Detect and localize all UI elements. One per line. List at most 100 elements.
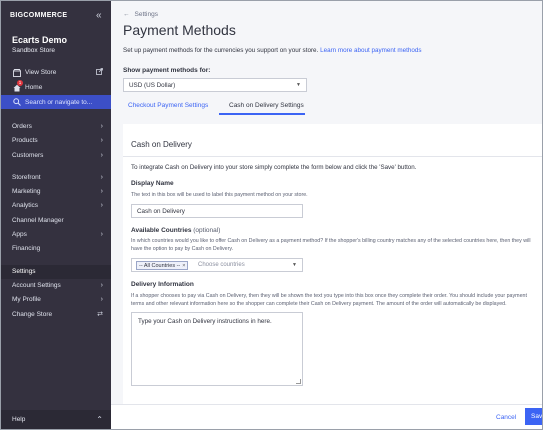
chevron-right-icon: › <box>100 173 103 181</box>
countries-help-line-1: In which countries would you like to off… <box>131 238 531 244</box>
chevron-right-icon: › <box>100 281 103 289</box>
breadcrumb[interactable]: ← Settings <box>123 11 158 18</box>
back-arrow-icon: ← <box>123 11 130 18</box>
delivery-help-line-2: terms and other relevant information her… <box>131 301 507 307</box>
countries-multiselect[interactable]: -- All Countries -- × Choose countries ▼ <box>131 258 303 272</box>
bigcommerce-logo: BIGCOMMERCE <box>10 12 68 19</box>
sidebar-search[interactable]: Search or navigate to... <box>1 95 111 109</box>
app-window: BIGCOMMERCE « Ecarts Demo Sandbox Store … <box>0 0 543 430</box>
sidebar-item-label: Apps <box>12 231 27 239</box>
chevron-right-icon: › <box>100 137 103 145</box>
store-subtitle: Sandbox Store <box>12 47 56 54</box>
countries-help-line-2: have the option to pay by Cash on Delive… <box>131 246 234 252</box>
sidebar-item-change-store[interactable]: Change Store ⇄ <box>1 308 111 322</box>
view-store-link[interactable]: View Store <box>1 65 111 80</box>
action-footer: Cancel Save <box>111 404 542 429</box>
sidebar-menu: Orders › Products › Customers › Storefront ›… <box>1 120 111 322</box>
sidebar-item-account-settings[interactable]: Account Settings › <box>1 279 111 293</box>
sidebar-item-label: Storefront <box>12 173 41 181</box>
display-name-label: Display Name <box>131 180 174 187</box>
currency-value: USD (US Dollar) <box>129 82 176 89</box>
swap-icon: ⇄ <box>97 310 103 318</box>
caret-down-icon: ▼ <box>296 82 301 88</box>
cancel-button[interactable]: Cancel <box>496 414 516 421</box>
countries-placeholder: Choose countries <box>198 262 245 268</box>
display-name-input[interactable]: Cash on Delivery <box>131 204 303 218</box>
country-chip-label: -- All Countries -- <box>139 263 181 269</box>
sidebar-item-label: Marketing <box>12 188 41 196</box>
menu-divider <box>1 257 111 265</box>
currency-label: Show payment methods for: <box>123 67 211 74</box>
remove-chip-icon[interactable]: × <box>182 263 185 269</box>
sidebar-item-channel-manager[interactable]: Channel Manager <box>1 214 111 228</box>
sidebar-item-label: Products <box>12 137 38 145</box>
sidebar-item-analytics[interactable]: Analytics › <box>1 199 111 213</box>
country-chip[interactable]: -- All Countries -- × <box>136 261 189 270</box>
help-menu[interactable]: Help ⌃ <box>1 410 111 429</box>
main-content: ← Settings Payment Methods Set up payment… <box>111 1 542 429</box>
home-label: Home <box>25 84 43 91</box>
sidebar: BIGCOMMERCE « Ecarts Demo Sandbox Store … <box>1 1 111 429</box>
sidebar-item-label: Channel Manager <box>12 216 64 224</box>
notification-badge: 1 <box>17 80 23 86</box>
resize-handle-icon[interactable] <box>296 379 301 384</box>
search-placeholder: Search or navigate to... <box>25 98 93 106</box>
chevron-right-icon: › <box>100 231 103 239</box>
menu-divider <box>1 163 111 171</box>
sidebar-item-label: Customers <box>12 151 44 159</box>
available-countries-label: Available Countries (optional) <box>131 227 220 234</box>
save-button[interactable]: Save <box>525 408 542 425</box>
store-name: Ecarts Demo <box>12 35 68 45</box>
home-link[interactable]: 1 Home <box>1 80 111 95</box>
sidebar-item-my-profile[interactable]: My Profile › <box>1 293 111 307</box>
learn-more-link[interactable]: Learn more about payment methods <box>320 47 422 54</box>
sidebar-item-orders[interactable]: Orders › <box>1 120 111 134</box>
sidebar-item-settings[interactable]: Settings <box>1 264 111 279</box>
sidebar-item-label: Orders <box>12 123 32 130</box>
help-label: Help <box>12 416 26 423</box>
page-title: Payment Methods <box>123 22 236 38</box>
active-tab-indicator <box>219 113 305 115</box>
external-link-icon <box>96 68 103 77</box>
sidebar-item-label: Financing <box>12 245 41 253</box>
view-store-label: View Store <box>25 69 57 76</box>
card-divider <box>123 156 542 157</box>
chevron-right-icon: › <box>100 202 103 210</box>
sidebar-top-nav: View Store 1 Home Search or navigate to.… <box>1 65 111 109</box>
sidebar-item-products[interactable]: Products › <box>1 134 111 148</box>
sidebar-item-customers[interactable]: Customers › <box>1 149 111 163</box>
sidebar-item-financing[interactable]: Financing <box>1 242 111 256</box>
collapse-sidebar-icon[interactable]: « <box>96 10 102 21</box>
search-icon <box>12 98 21 107</box>
sidebar-item-label: Analytics <box>12 202 39 210</box>
delivery-help-line-1: If a shopper chooses to pay via Cash on … <box>131 293 527 299</box>
tab-bar: Checkout Payment Settings Cash on Delive… <box>123 99 542 115</box>
storefront-icon <box>12 68 21 77</box>
chevron-right-icon: › <box>100 151 103 159</box>
available-countries-title: Available Countries <box>131 227 192 234</box>
tab-checkout-payment-settings[interactable]: Checkout Payment Settings <box>128 102 208 109</box>
card-instructions: To integrate Cash on Delivery into your … <box>131 164 417 171</box>
intro-text: Set up payment methods for the currencie… <box>123 47 319 54</box>
delivery-information-textarea[interactable]: Type your Cash on Delivery instructions … <box>131 312 303 386</box>
optional-tag: (optional) <box>193 227 221 234</box>
chevron-right-icon: › <box>100 296 103 304</box>
breadcrumb-settings: Settings <box>134 11 159 18</box>
tab-cash-on-delivery-settings[interactable]: Cash on Delivery Settings <box>227 102 306 109</box>
chevron-up-icon: ⌃ <box>96 415 103 424</box>
chevron-right-icon: › <box>100 188 103 196</box>
sidebar-item-apps[interactable]: Apps › <box>1 228 111 242</box>
cash-on-delivery-card: Cash on Delivery To integrate Cash on De… <box>123 124 542 404</box>
currency-select[interactable]: USD (US Dollar) ▼ <box>123 78 307 92</box>
display-name-help: The text in this box will be used to lab… <box>131 192 308 198</box>
delivery-information-text: Type your Cash on Delivery instructions … <box>138 318 272 325</box>
sidebar-item-label: Change Store <box>12 310 53 318</box>
card-title: Cash on Delivery <box>131 140 192 149</box>
sidebar-item-label: Settings <box>12 267 36 275</box>
delivery-information-label: Delivery Information <box>131 281 194 288</box>
sidebar-item-marketing[interactable]: Marketing › <box>1 185 111 199</box>
sidebar-item-label: Account Settings <box>12 281 61 289</box>
sidebar-item-label: My Profile <box>12 296 41 304</box>
chevron-right-icon: › <box>100 123 103 130</box>
sidebar-item-storefront[interactable]: Storefront › <box>1 171 111 185</box>
